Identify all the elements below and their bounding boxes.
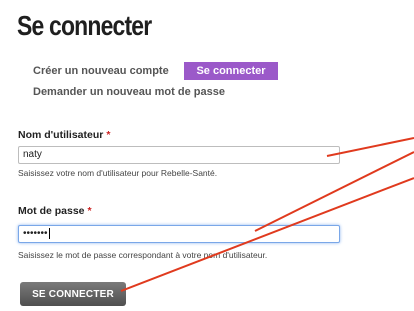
annotation-arrow-username xyxy=(326,137,414,157)
login-page: Se connecter Créer un nouveau compte Se … xyxy=(0,0,414,311)
annotation-arrows xyxy=(120,137,414,292)
annotation-arrow-password xyxy=(254,151,414,232)
annotation-arrow-submit xyxy=(120,177,414,292)
